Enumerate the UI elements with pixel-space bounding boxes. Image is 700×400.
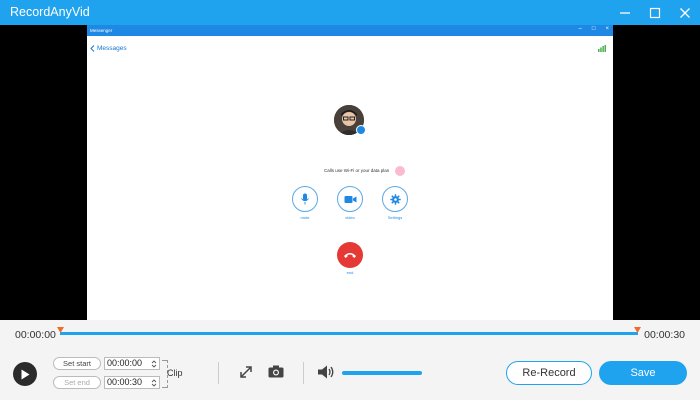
chevron-left-icon <box>90 45 95 52</box>
signal-icon <box>598 45 606 52</box>
back-label: Messages <box>97 45 127 52</box>
app-titlebar: RecordAnyVid <box>0 0 700 25</box>
app-title: RecordAnyVid <box>10 5 90 19</box>
speaker-icon <box>318 365 334 379</box>
play-button[interactable] <box>13 362 37 386</box>
hang-up-icon <box>344 253 356 258</box>
divider <box>303 362 304 384</box>
maximize-button[interactable] <box>640 0 670 25</box>
play-icon <box>21 369 30 379</box>
video-camera-icon <box>344 195 356 203</box>
inner-minimize-icon: – <box>578 26 582 32</box>
close-button[interactable] <box>670 0 700 25</box>
inner-maximize-icon: □ <box>591 26 596 32</box>
timeline-end-time: 00:00:30 <box>644 329 685 341</box>
settings-label: Settings <box>387 215 403 220</box>
video-label: video <box>345 215 355 220</box>
back-to-messages-link[interactable]: Messages <box>90 45 127 52</box>
camera-icon <box>268 365 284 378</box>
clip-start-time-field[interactable]: 00:00:00 <box>104 357 160 370</box>
snapshot-button[interactable] <box>268 365 284 378</box>
maximize-icon <box>649 7 661 18</box>
gear-icon <box>389 193 401 205</box>
clip-start-time-value: 00:00:00 <box>107 358 143 368</box>
network-warning-icon <box>395 166 405 176</box>
minimize-button[interactable] <box>610 0 640 25</box>
volume-button[interactable] <box>317 365 335 379</box>
set-start-button[interactable]: Set start <box>53 357 101 370</box>
timeline-start-time: 00:00:00 <box>15 329 56 341</box>
video-preview: Messenger – □ × Messages Calls use Wi-Fi… <box>0 25 700 320</box>
mute-button[interactable] <box>292 186 318 212</box>
messenger-badge-icon <box>356 125 366 135</box>
recorded-messenger-window: Messenger – □ × Messages Calls use Wi-Fi… <box>87 25 613 320</box>
call-status-text: Calls use Wi-Fi or your data plan <box>324 168 390 173</box>
control-panel: 00:00:00 00:00:30 Set start 00:00:00 Set… <box>0 320 700 400</box>
volume-slider[interactable] <box>342 371 422 375</box>
spinner-arrows-icon[interactable] <box>151 378 157 388</box>
inner-close-icon: × <box>605 26 609 32</box>
divider <box>218 362 219 384</box>
window-controls <box>610 0 700 25</box>
close-icon <box>680 7 690 18</box>
settings-button[interactable] <box>382 186 408 212</box>
inner-window-controls: – □ × <box>579 26 609 32</box>
spinner-arrows-icon[interactable] <box>151 359 157 369</box>
fullscreen-button[interactable] <box>239 365 253 379</box>
microphone-icon <box>301 193 309 205</box>
video-button[interactable] <box>337 186 363 212</box>
clip-end-time-value: 00:00:30 <box>107 377 143 387</box>
save-button[interactable]: Save <box>599 361 687 385</box>
clip-end-marker-icon[interactable] <box>634 327 641 334</box>
inner-titlebar: Messenger – □ × <box>87 25 613 36</box>
timeline-track[interactable] <box>60 332 638 335</box>
clip-end-time-field[interactable]: 00:00:30 <box>104 376 160 389</box>
inner-window-title: Messenger <box>90 28 113 33</box>
expand-icon <box>240 366 252 378</box>
set-end-button[interactable]: Set end <box>53 376 101 389</box>
mute-label: mute <box>300 215 310 220</box>
re-record-button[interactable]: Re-Record <box>506 361 592 385</box>
end-call-button[interactable] <box>337 242 363 268</box>
minimize-icon <box>620 11 630 14</box>
end-call-label: end <box>346 270 354 275</box>
clip-start-marker-icon[interactable] <box>57 327 64 334</box>
clip-label: Clip <box>167 368 183 378</box>
